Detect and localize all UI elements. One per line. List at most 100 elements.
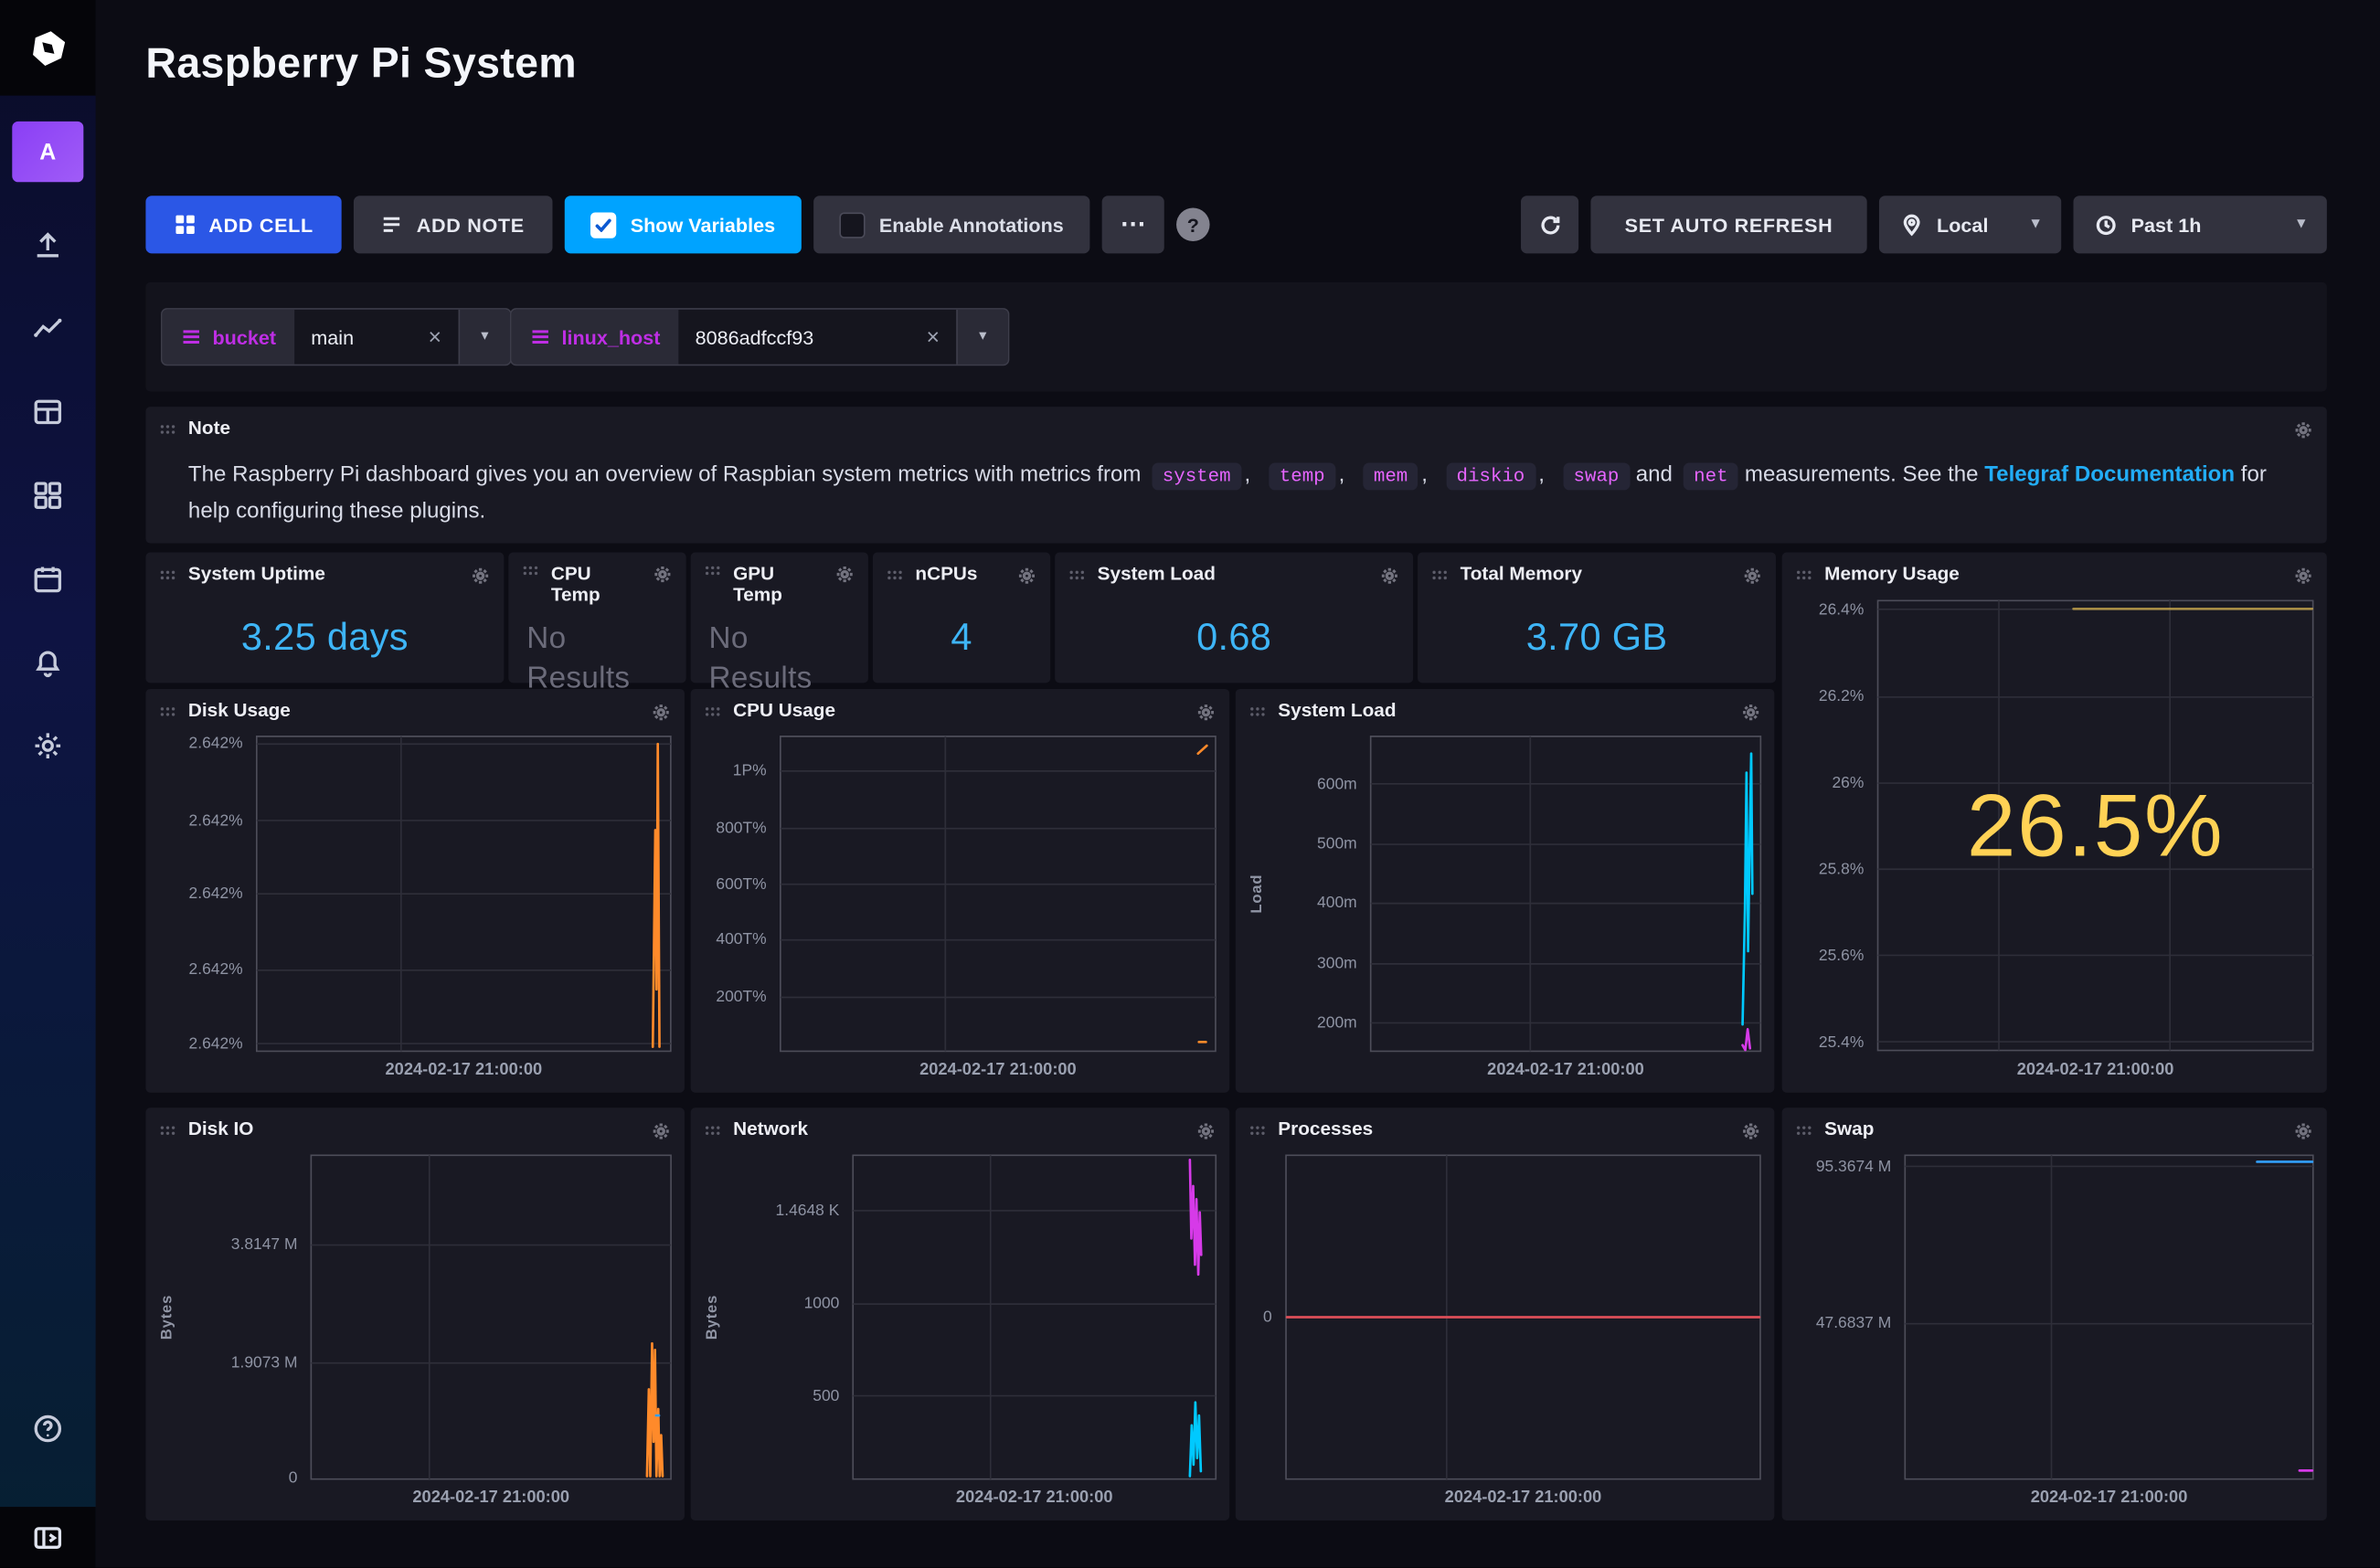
chevron-down-icon[interactable]: ▾: [956, 310, 1007, 365]
gear-icon[interactable]: [1742, 566, 1762, 586]
processes-chart[interactable]: [1284, 1153, 1762, 1481]
variable-value-dropdown[interactable]: 8086adfccf93 ×: [678, 310, 956, 365]
gear-icon[interactable]: [651, 702, 671, 722]
sidebar-item-dashboards[interactable]: [0, 395, 96, 429]
variable-value-dropdown[interactable]: main ×: [294, 310, 458, 365]
chevron-down-icon: ▾: [2032, 217, 2040, 232]
no-results-text: No Results: [709, 620, 831, 698]
disk-usage-chart[interactable]: [255, 735, 673, 1054]
x-axis-label: 2024-02-17 21:00:00: [1369, 1061, 1762, 1079]
sidebar-item-upload[interactable]: [0, 228, 96, 261]
single-stat-value: 3.70 GB: [1418, 598, 1776, 676]
drag-handle-icon[interactable]: [705, 705, 721, 717]
sidebar-item-help[interactable]: [0, 1412, 96, 1446]
x-axis-label: 2024-02-17 21:00:00: [1904, 1489, 2315, 1507]
sidebar-item-data-explorer[interactable]: [0, 311, 96, 344]
add-cell-button[interactable]: ADD CELL: [145, 196, 341, 253]
drag-handle-icon[interactable]: [887, 569, 903, 581]
y-tick: 2.642%: [189, 735, 243, 753]
enable-annotations-toggle[interactable]: Enable Annotations: [813, 196, 1089, 253]
y-tick: 25.6%: [1819, 946, 1864, 964]
cell-processes: Processes 0 2: [1236, 1107, 1775, 1520]
add-note-button[interactable]: ADD NOTE: [354, 196, 553, 253]
drag-handle-icon[interactable]: [1249, 705, 1266, 717]
drag-handle-icon[interactable]: [522, 565, 538, 577]
y-tick: 47.6837 M: [1816, 1315, 1891, 1333]
swap-chart[interactable]: [1904, 1153, 2315, 1481]
gear-icon[interactable]: [1380, 566, 1400, 586]
hamburger-icon: [530, 326, 551, 347]
variable-linux-host: linux_host 8086adfccf93 × ▾: [510, 308, 1009, 366]
drag-handle-icon[interactable]: [159, 1125, 175, 1137]
clear-icon[interactable]: ×: [429, 325, 442, 348]
cell-disk-io: Disk IO Bytes 3.8147 M 1.9073 M 0: [145, 1107, 685, 1520]
timezone-dropdown[interactable]: Local ▾: [1879, 196, 2061, 253]
chevron-down-icon[interactable]: ▾: [458, 310, 509, 365]
telegraf-docs-link[interactable]: Telegraf Documentation: [1984, 463, 2235, 488]
drag-handle-icon[interactable]: [1431, 569, 1448, 581]
refresh-button[interactable]: [1521, 196, 1578, 253]
sidebar-item-notebooks[interactable]: [0, 478, 96, 512]
disk-io-chart[interactable]: [310, 1153, 673, 1481]
sidebar-item-settings[interactable]: [0, 728, 96, 762]
y-tick: 300m: [1317, 955, 1357, 973]
gear-icon[interactable]: [2293, 419, 2313, 440]
gear-icon[interactable]: [1196, 1120, 1217, 1140]
sidebar-item-alerts[interactable]: [0, 645, 96, 679]
gear-icon[interactable]: [2293, 566, 2313, 586]
variable-name-label: linux_host: [512, 310, 679, 365]
drag-handle-icon[interactable]: [159, 569, 175, 581]
org-avatar[interactable]: A: [12, 122, 83, 182]
y-tick: 26%: [1832, 774, 1864, 792]
show-variables-toggle[interactable]: Show Variables: [565, 196, 802, 253]
grid-icon: [32, 479, 64, 511]
y-tick: 2.642%: [189, 961, 243, 980]
drag-handle-icon[interactable]: [1796, 569, 1812, 581]
gear-icon[interactable]: [1741, 702, 1761, 722]
cell-system-load-stat: System Load 0.68: [1055, 552, 1413, 683]
presentation-mode-button[interactable]: [0, 1508, 96, 1568]
gear-icon[interactable]: [651, 1120, 671, 1140]
drag-handle-icon[interactable]: [1796, 1125, 1812, 1137]
gear-icon[interactable]: [1741, 1120, 1761, 1140]
system-load-chart[interactable]: [1369, 735, 1762, 1054]
single-stat-value: 4: [873, 598, 1050, 676]
question-mark-icon: ?: [1187, 213, 1199, 236]
y-tick: 400m: [1317, 895, 1357, 913]
drag-handle-icon[interactable]: [1068, 569, 1085, 581]
gear-icon[interactable]: [1196, 702, 1217, 722]
gear-icon[interactable]: [653, 565, 673, 585]
drag-handle-icon[interactable]: [705, 1125, 721, 1137]
y-tick: 26.4%: [1819, 600, 1864, 619]
drag-handle-icon[interactable]: [1249, 1125, 1266, 1137]
calendar-icon: [32, 562, 64, 594]
cell-ncpus: nCPUs 4: [873, 552, 1050, 683]
drag-handle-icon[interactable]: [159, 423, 175, 435]
chevron-down-icon: ▾: [2298, 217, 2306, 232]
sidebar-item-tasks[interactable]: [0, 561, 96, 595]
gear-icon[interactable]: [834, 565, 855, 585]
y-axis-title: Bytes: [705, 1295, 721, 1340]
no-results-text: No Results: [526, 620, 648, 698]
gear-icon[interactable]: [471, 566, 491, 586]
network-chart[interactable]: [852, 1153, 1217, 1481]
time-range-dropdown[interactable]: Past 1h ▾: [2074, 196, 2327, 253]
gear-icon[interactable]: [2293, 1120, 2313, 1140]
clock-icon: [2095, 213, 2118, 236]
presentation-icon: [32, 1522, 64, 1554]
influxdb-logo-icon[interactable]: [0, 0, 96, 96]
y-tick: 1000: [804, 1295, 840, 1313]
gear-icon[interactable]: [1017, 566, 1037, 586]
drag-handle-icon[interactable]: [159, 705, 175, 717]
y-tick: 400T%: [716, 931, 766, 949]
cpu-usage-chart[interactable]: [779, 735, 1217, 1054]
more-options-button[interactable]: ⋯: [1102, 196, 1164, 253]
memory-usage-chart[interactable]: 26.5%: [1876, 598, 2315, 1053]
measurement-pill: temp: [1269, 463, 1335, 491]
clear-icon[interactable]: ×: [926, 325, 940, 348]
cell-disk-usage: Disk Usage 2.642% 2.642% 2.642% 2.642% 2…: [145, 689, 685, 1093]
help-icon: [32, 1414, 64, 1446]
drag-handle-icon[interactable]: [705, 565, 721, 577]
set-auto-refresh-button[interactable]: SET AUTO REFRESH: [1590, 196, 1866, 253]
dashboard-help-button[interactable]: ?: [1176, 208, 1210, 242]
